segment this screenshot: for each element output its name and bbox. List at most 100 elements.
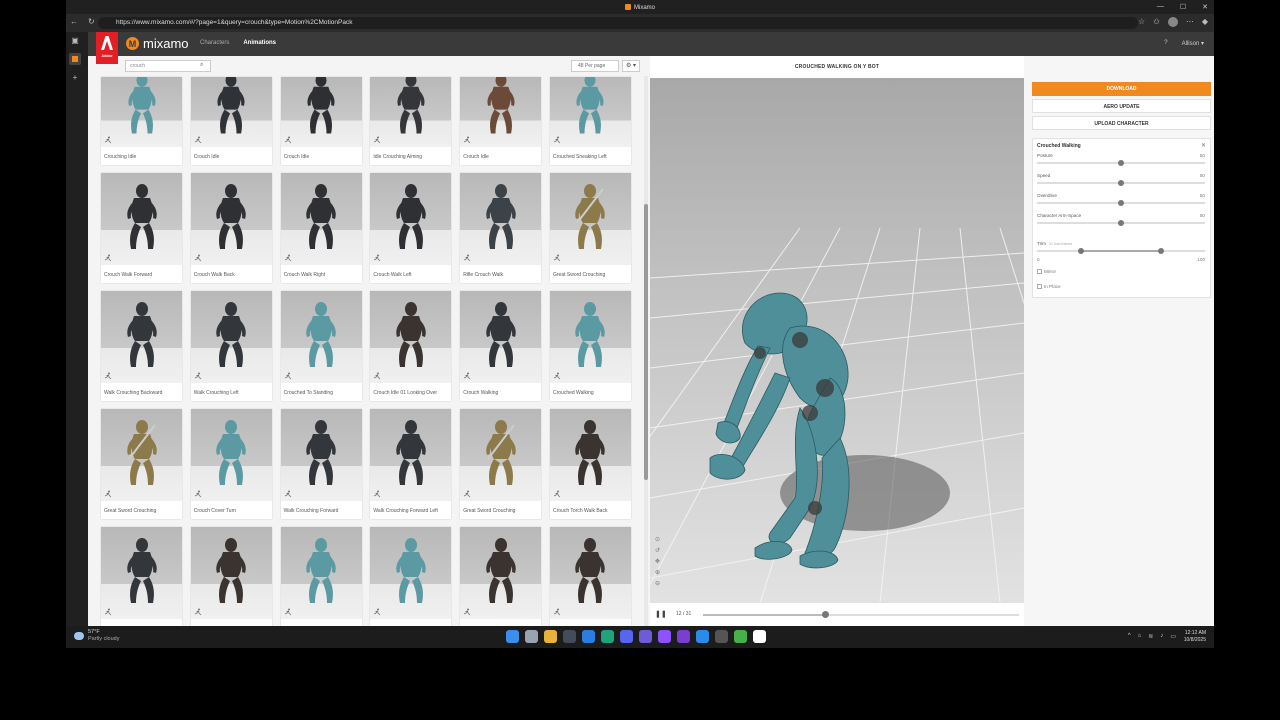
animation-card[interactable]: Crouch Walk Back: [190, 173, 272, 283]
animation-card[interactable]: Walk Crouching Backward: [101, 291, 182, 401]
animation-card[interactable]: Great Sword Crouching: [549, 173, 631, 283]
brand-name[interactable]: mixamo: [143, 36, 189, 51]
per-page-select[interactable]: 48 Per page: [571, 60, 619, 72]
animation-card[interactable]: [190, 527, 272, 626]
slider-knob[interactable]: [1118, 180, 1124, 186]
animation-thumbnail[interactable]: [460, 291, 542, 383]
animation-thumbnail[interactable]: [280, 173, 362, 265]
taskbar-app-icon[interactable]: [734, 630, 747, 643]
pause-button[interactable]: ❚❚: [655, 610, 667, 618]
viewport-tool-icon[interactable]: ↺: [655, 547, 660, 554]
volume-icon[interactable]: ♪: [1160, 633, 1163, 640]
animation-card[interactable]: Crouch Idle: [460, 77, 542, 165]
timeline-track[interactable]: [703, 611, 1019, 618]
taskbar-app-icon[interactable]: [601, 630, 614, 643]
animation-thumbnail[interactable]: [460, 409, 542, 501]
animation-card[interactable]: Crouch Torch Walk Back: [549, 409, 631, 519]
taskbar-app-icon[interactable]: [582, 630, 595, 643]
profile-avatar[interactable]: [1167, 17, 1178, 27]
tray-chevron-icon[interactable]: ^: [1128, 633, 1131, 640]
user-menu[interactable]: Allison ▾: [1182, 40, 1204, 47]
animation-thumbnail[interactable]: [101, 77, 182, 147]
copilot-icon[interactable]: ◆: [1202, 17, 1208, 27]
viewport-tool-icon[interactable]: ⊕: [655, 569, 660, 576]
animation-card[interactable]: Crouch Walk Right: [280, 173, 362, 283]
animation-thumbnail[interactable]: [280, 409, 362, 501]
animation-card[interactable]: [280, 527, 362, 626]
animation-card[interactable]: [370, 527, 452, 626]
bookmark-star-icon[interactable]: ☆: [1138, 17, 1145, 27]
new-tab-icon[interactable]: +: [73, 73, 78, 82]
search-input[interactable]: crouch: [125, 60, 211, 72]
animation-thumbnail[interactable]: [460, 173, 542, 265]
3d-viewport[interactable]: [650, 78, 1024, 603]
weather-widget[interactable]: 57°F Partly cloudy: [74, 629, 120, 643]
animation-thumbnail[interactable]: [370, 173, 452, 265]
animation-card[interactable]: [460, 527, 542, 626]
animation-card[interactable]: Crouch Walking: [460, 291, 542, 401]
in-place-checkbox[interactable]: In Place: [1037, 284, 1061, 289]
back-icon[interactable]: ←: [70, 17, 78, 26]
trim-end-handle[interactable]: [1158, 248, 1165, 254]
battery-icon[interactable]: ▭: [1170, 633, 1176, 640]
animation-thumbnail[interactable]: [190, 409, 272, 501]
slider-track[interactable]: [1037, 160, 1205, 166]
animation-thumbnail[interactable]: [280, 527, 362, 619]
clock[interactable]: 12:12 AM 10/8/2025: [1184, 630, 1206, 644]
tray-app-icon[interactable]: ⌂: [1138, 633, 1142, 640]
animation-thumbnail[interactable]: [370, 291, 452, 383]
animation-thumbnail[interactable]: [101, 173, 182, 265]
animation-thumbnail[interactable]: [549, 77, 631, 147]
animation-card[interactable]: Crouched To Standing: [280, 291, 362, 401]
mirror-checkbox[interactable]: Mirror: [1037, 269, 1056, 274]
animation-card[interactable]: Great Sword Crouching: [460, 409, 542, 519]
taskbar-app-icon[interactable]: [544, 630, 557, 643]
animation-thumbnail[interactable]: [549, 173, 631, 265]
animation-card[interactable]: [101, 527, 182, 626]
animation-thumbnail[interactable]: [370, 409, 452, 501]
search-icon[interactable]: ⌕: [200, 62, 208, 70]
animation-card[interactable]: Crouch Walk Forward: [101, 173, 182, 283]
animation-thumbnail[interactable]: [460, 77, 542, 147]
animation-card[interactable]: Crouch Walk Left: [370, 173, 452, 283]
animation-thumbnail[interactable]: [370, 527, 452, 619]
animation-thumbnail[interactable]: [190, 173, 272, 265]
close-settings-icon[interactable]: ✕: [1201, 142, 1206, 149]
slider-track[interactable]: [1037, 200, 1205, 206]
scrollbar-thumb[interactable]: [644, 204, 648, 480]
wifi-icon[interactable]: ≋: [1148, 633, 1153, 640]
favorites-icon[interactable]: ✩: [1153, 17, 1160, 27]
address-bar[interactable]: https://www.mixamo.com/#/?page=1&query=c…: [98, 17, 1138, 29]
animation-thumbnail[interactable]: [280, 291, 362, 383]
help-icon[interactable]: ?: [1164, 40, 1167, 47]
viewport-tool-icon[interactable]: ✥: [655, 558, 660, 565]
download-button[interactable]: DOWNLOAD: [1032, 82, 1211, 96]
animation-thumbnail[interactable]: [370, 77, 452, 147]
viewport-tool-icon[interactable]: ⊙: [655, 536, 660, 543]
timeline-scrubber[interactable]: [822, 611, 830, 618]
taskbar-app-icon[interactable]: [620, 630, 633, 643]
animation-card[interactable]: Idle Crouching Aiming: [370, 77, 452, 165]
animation-card[interactable]: Crouch Cover Turn: [190, 409, 272, 519]
animation-thumbnail[interactable]: [549, 291, 631, 383]
slider-knob[interactable]: [1118, 200, 1124, 206]
taskbar-app-icon[interactable]: [677, 630, 690, 643]
animation-card[interactable]: Crouch Idle 01 Looking Over: [370, 291, 452, 401]
animation-card[interactable]: Crouched Sneaking Left: [549, 77, 631, 165]
animation-card[interactable]: [549, 527, 631, 626]
animation-thumbnail[interactable]: [460, 527, 542, 619]
animation-thumbnail[interactable]: [101, 409, 182, 501]
trim-start-handle[interactable]: [1077, 248, 1084, 254]
tab-characters[interactable]: Characters: [200, 40, 229, 46]
animation-thumbnail[interactable]: [190, 77, 272, 147]
tab-actions-icon[interactable]: ▣: [71, 36, 79, 45]
animation-card[interactable]: Walk Crouching Left: [190, 291, 272, 401]
taskbar-app-icon[interactable]: [715, 630, 728, 643]
adobe-logo[interactable]: Adobe: [96, 32, 118, 64]
animation-card[interactable]: Crouch Idle: [190, 77, 272, 165]
minimize-button[interactable]: —: [1157, 3, 1164, 11]
animation-thumbnail[interactable]: [190, 527, 272, 619]
animation-thumbnail[interactable]: [101, 291, 182, 383]
animation-thumbnail[interactable]: [101, 527, 182, 619]
animation-card[interactable]: Great Sword Crouching: [101, 409, 182, 519]
